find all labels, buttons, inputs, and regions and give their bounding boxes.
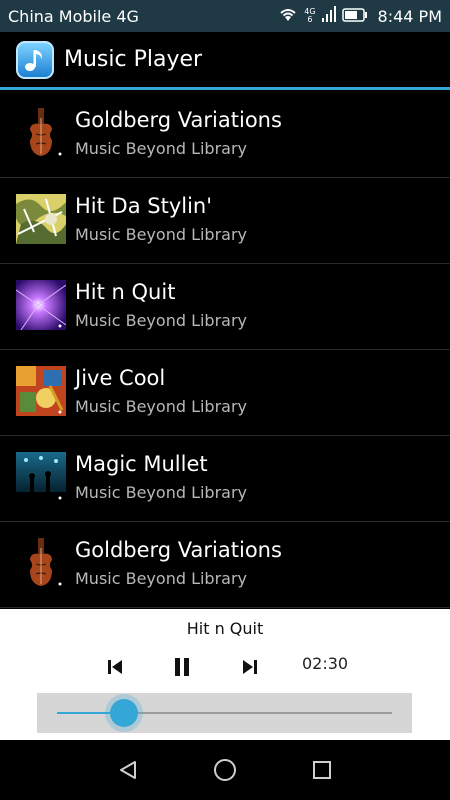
now-playing-title: Hit n Quit <box>186 619 264 638</box>
app-title: Music Player <box>64 47 203 72</box>
track-artist: Music Beyond Library <box>75 569 248 588</box>
track-title: Hit n Quit <box>75 280 176 304</box>
home-button[interactable] <box>205 750 245 790</box>
list-item[interactable]: Hit n Quit Music Beyond Library <box>0 264 450 350</box>
wifi-icon <box>278 6 298 26</box>
seek-track[interactable] <box>57 699 392 727</box>
track-title: Goldberg Variations <box>75 538 282 562</box>
track-artist: Music Beyond Library <box>75 483 248 502</box>
battery-icon <box>341 7 368 26</box>
album-art-concert <box>16 452 66 502</box>
pause-button[interactable] <box>167 652 197 682</box>
signal-icon <box>321 6 336 26</box>
pause-icon <box>175 658 189 676</box>
status-bar: China Mobile 4G 4G 6 8:44 PM <box>0 0 450 32</box>
album-art-violin <box>16 108 66 158</box>
carrier-label: China Mobile 4G <box>8 6 139 26</box>
album-art-violin <box>16 538 66 588</box>
recents-icon <box>312 761 331 779</box>
previous-button[interactable] <box>100 652 130 682</box>
track-title: Jive Cool <box>75 366 166 390</box>
track-artist: Music Beyond Library <box>75 139 248 158</box>
status-icons: 4G 6 8:44 PM <box>278 6 442 26</box>
music-note-icon <box>16 40 54 79</box>
album-art-light <box>16 280 66 330</box>
playback-time: 02:30 <box>302 654 349 673</box>
track-artist: Music Beyond Library <box>75 225 248 244</box>
track-artist: Music Beyond Library <box>75 311 248 330</box>
clock: 8:44 PM <box>377 6 442 26</box>
seek-bar[interactable] <box>37 693 412 733</box>
seek-thumb[interactable] <box>110 699 138 727</box>
next-button[interactable] <box>235 652 265 682</box>
album-art-graffiti <box>16 194 66 244</box>
track-title: Hit Da Stylin' <box>75 194 212 218</box>
track-artist: Music Beyond Library <box>75 397 248 416</box>
list-item[interactable]: Jive Cool Music Beyond Library <box>0 350 450 436</box>
network-type: 4G 6 <box>304 7 316 24</box>
album-art-collage <box>16 366 66 416</box>
navigation-bar <box>0 740 450 800</box>
back-icon <box>120 761 137 779</box>
track-list[interactable]: Goldberg Variations Music Beyond Library… <box>0 92 450 609</box>
list-item[interactable]: Magic Mullet Music Beyond Library <box>0 436 450 522</box>
list-item[interactable]: Hit Da Stylin' Music Beyond Library <box>0 178 450 264</box>
list-item[interactable]: Goldberg Variations Music Beyond Library <box>0 92 450 178</box>
track-title: Goldberg Variations <box>75 108 282 132</box>
back-button[interactable] <box>108 750 148 790</box>
home-icon <box>213 759 236 781</box>
track-title: Magic Mullet <box>75 452 208 476</box>
next-icon <box>243 660 257 674</box>
app-bar: Music Player <box>0 32 450 90</box>
previous-icon <box>108 660 122 674</box>
list-item[interactable]: Goldberg Variations Music Beyond Library <box>0 522 450 608</box>
recents-button[interactable] <box>302 750 342 790</box>
